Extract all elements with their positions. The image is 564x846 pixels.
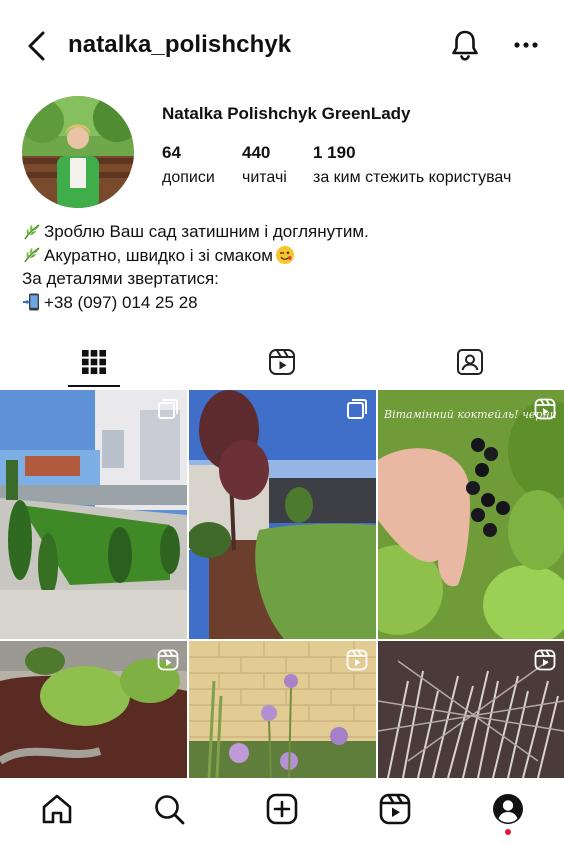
- profile-bio: Зроблю Ваш сад затишним і доглянутим. Ак…: [22, 220, 369, 314]
- active-tab-indicator: [68, 385, 120, 387]
- bio-line: За деталями звертатися:: [22, 267, 369, 291]
- profile-avatar[interactable]: [22, 96, 134, 208]
- followers-count-stat[interactable]: 440 читачі: [242, 143, 287, 187]
- search-icon[interactable]: [152, 792, 186, 826]
- tab-tagged[interactable]: [376, 336, 564, 388]
- profile-username: natalka_polishchyk: [68, 31, 292, 58]
- reels-icon: [269, 349, 295, 375]
- grid-icon: [82, 350, 106, 374]
- reel-overlay-text: Вітамінний коктейль! черни: [384, 408, 557, 421]
- grid-post-tile[interactable]: [0, 641, 187, 778]
- posts-count: 64: [162, 143, 181, 162]
- reels-icon: [534, 398, 556, 420]
- grid-post-tile[interactable]: [0, 390, 187, 639]
- house-lawn-photo: [0, 390, 187, 639]
- bio-line: Зроблю Ваш сад затишним і доглянутим.: [22, 220, 369, 244]
- blackcurrant-photo: [378, 390, 564, 639]
- profile-header: natalka_polishchyk: [0, 0, 564, 92]
- chevron-left-icon[interactable]: [24, 30, 50, 62]
- grid-post-tile[interactable]: [189, 641, 376, 778]
- bio-text: Акуратно, швидко і зі смаком: [44, 245, 273, 265]
- home-icon[interactable]: [40, 792, 74, 826]
- posts-label: дописи: [162, 169, 215, 186]
- grid-post-tile[interactable]: Вітамінний коктейль! черни: [378, 390, 564, 639]
- bio-text: Зроблю Ваш сад затишним і доглянутим.: [44, 222, 369, 241]
- winking-face-icon: [276, 246, 294, 265]
- profile-tabs: [0, 336, 564, 388]
- grid-post-tile[interactable]: [189, 390, 376, 639]
- mobile-phone-arrow-icon: [23, 293, 39, 311]
- bio-phone[interactable]: +38 (097) 014 25 28: [44, 291, 198, 315]
- followers-label: читачі: [242, 169, 287, 186]
- herb-icon: [24, 247, 40, 263]
- posts-grid: Вітамінний коктейль! черни: [0, 390, 564, 778]
- garden-tree-photo: [189, 390, 376, 639]
- grid-post-tile[interactable]: [378, 641, 564, 778]
- notification-dot: [505, 829, 511, 835]
- tab-posts-grid[interactable]: [0, 336, 188, 388]
- profile-icon[interactable]: [491, 792, 525, 826]
- plus-square-icon[interactable]: [265, 792, 299, 826]
- reels-icon[interactable]: [378, 792, 412, 826]
- following-count: 1 190: [313, 143, 356, 162]
- profile-display-name: Natalka Polishchyk GreenLady: [162, 104, 411, 123]
- bell-icon[interactable]: [450, 28, 480, 62]
- tagged-icon: [457, 349, 483, 375]
- carousel-icon: [347, 399, 367, 419]
- following-count-stat[interactable]: 1 190 за ким стежить користувач: [313, 143, 511, 187]
- reels-icon: [534, 649, 556, 671]
- reels-icon: [157, 649, 179, 671]
- carousel-icon: [158, 399, 178, 419]
- bio-text: За деталями звертатися:: [22, 269, 219, 288]
- bio-line: Акуратно, швидко і зі смаком: [22, 244, 369, 268]
- posts-count-stat[interactable]: 64 дописи: [162, 143, 215, 187]
- reels-icon: [346, 649, 368, 671]
- tab-reels[interactable]: [188, 336, 376, 388]
- following-label: за ким стежить користувач: [313, 169, 512, 186]
- bottom-navigation: [0, 778, 564, 846]
- bio-line[interactable]: +38 (097) 014 25 28: [22, 291, 369, 315]
- more-horizontal-icon[interactable]: [512, 36, 540, 54]
- followers-count: 440: [242, 143, 271, 162]
- herb-icon: [24, 224, 40, 240]
